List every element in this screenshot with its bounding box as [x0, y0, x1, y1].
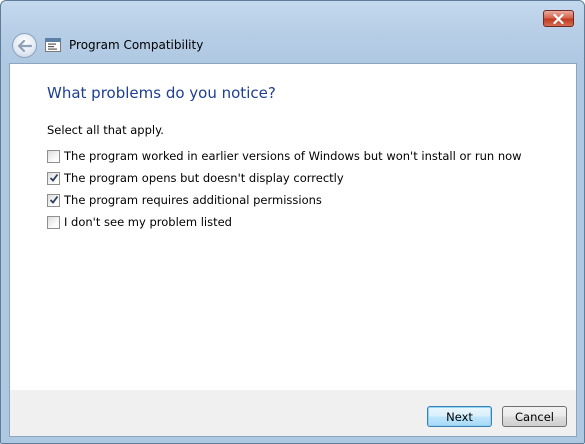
option-label: The program worked in earlier versions o…	[64, 149, 522, 163]
back-button[interactable]	[12, 33, 37, 58]
main-content: What problems do you notice? Select all …	[9, 63, 577, 391]
option-label: The program requires additional permissi…	[64, 193, 322, 207]
program-compatibility-window: Program Compatibility What problems do y…	[0, 0, 585, 444]
close-button[interactable]	[543, 10, 574, 27]
window-title: Program Compatibility	[69, 38, 204, 52]
checkbox[interactable]	[47, 171, 60, 185]
checkmark-icon	[49, 173, 59, 182]
checkbox[interactable]	[47, 193, 60, 207]
instruction-text: Select all that apply.	[47, 123, 164, 137]
option-additional-permissions[interactable]: The program requires additional permissi…	[47, 192, 322, 208]
option-earlier-versions[interactable]: The program worked in earlier versions o…	[47, 148, 522, 164]
program-compatibility-icon	[45, 38, 61, 52]
option-problem-not-listed[interactable]: I don't see my problem listed	[47, 214, 232, 230]
option-label: I don't see my problem listed	[64, 215, 232, 229]
option-label: The program opens but doesn't display co…	[64, 171, 344, 185]
option-display-incorrectly[interactable]: The program opens but doesn't display co…	[47, 170, 344, 186]
checkbox[interactable]	[47, 149, 60, 163]
cancel-button[interactable]: Cancel	[502, 406, 567, 427]
checkbox[interactable]	[47, 215, 60, 229]
close-icon	[553, 13, 564, 24]
checkmark-icon	[49, 195, 59, 204]
title-bar: Program Compatibility	[1, 1, 584, 63]
next-button[interactable]: Next	[427, 406, 492, 427]
back-arrow-icon	[17, 39, 32, 52]
button-bar: Next Cancel	[9, 390, 577, 437]
page-heading: What problems do you notice?	[47, 84, 276, 102]
